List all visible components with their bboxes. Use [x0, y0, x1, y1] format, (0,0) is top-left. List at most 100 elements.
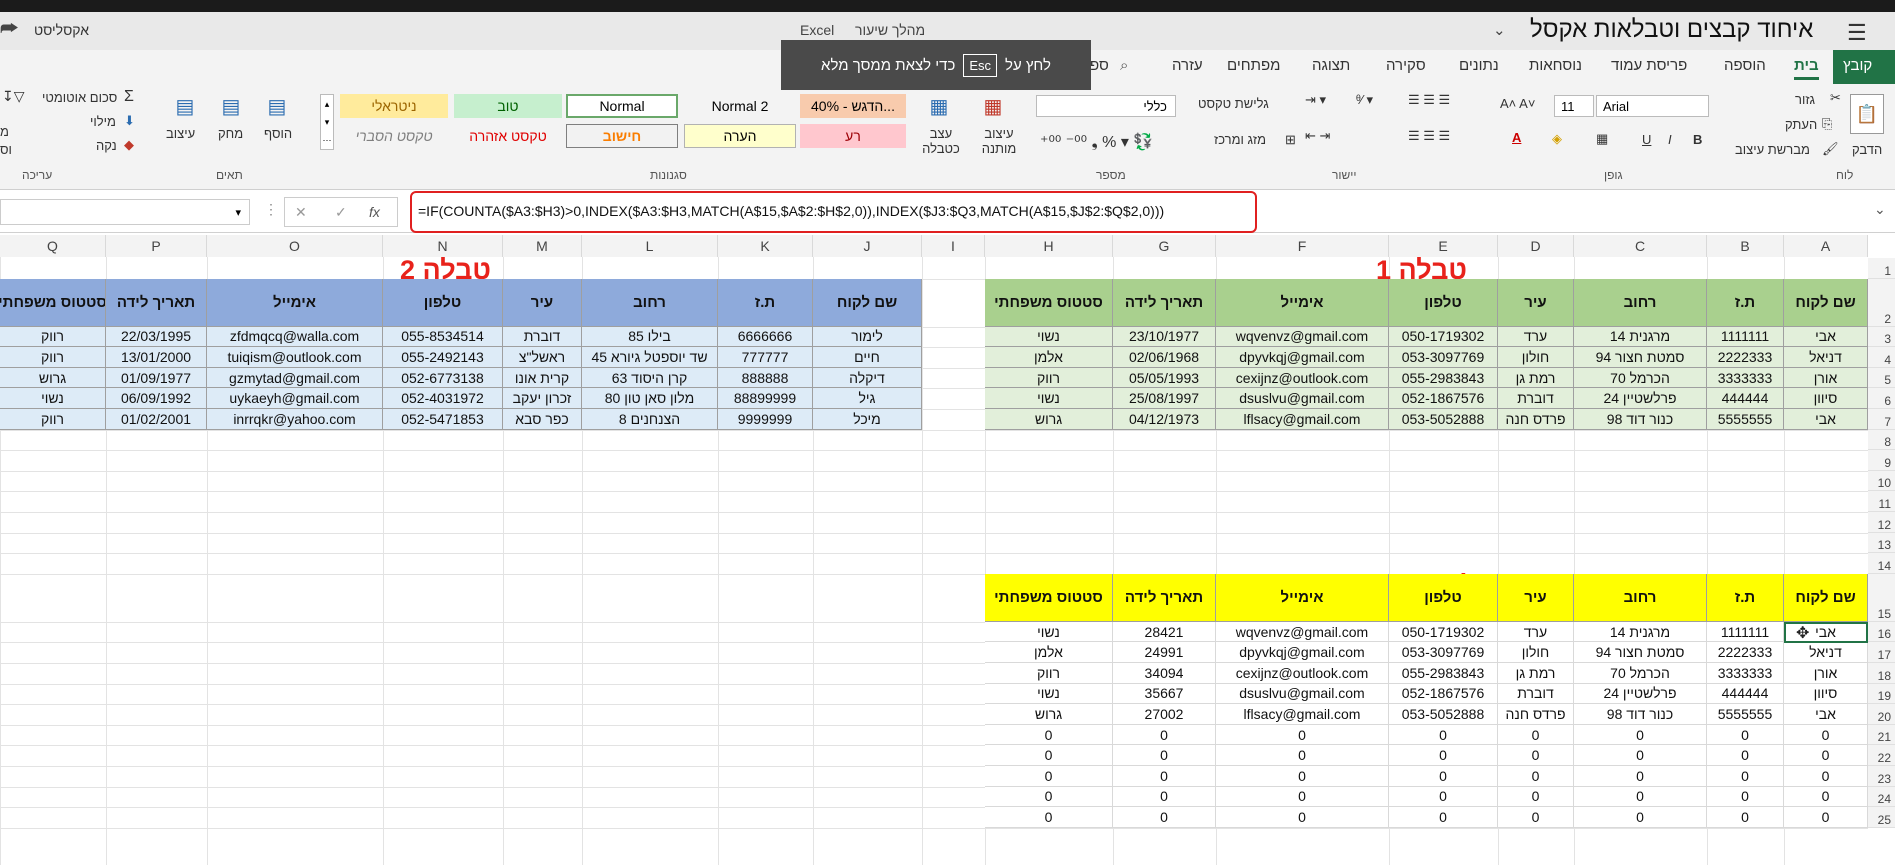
column-header[interactable]: Q	[0, 235, 106, 257]
row-header[interactable]: 20	[1868, 704, 1895, 725]
table-header-cell[interactable]: תאריך לידה	[106, 278, 207, 327]
table-cell[interactable]: 0	[1784, 786, 1868, 808]
table-cell[interactable]: פרדס חנה	[1498, 409, 1574, 430]
table-cell[interactable]: 055-2983843	[1389, 663, 1498, 684]
table-cell[interactable]: dsuslvu@gmail.com	[1216, 388, 1389, 409]
clear-icon[interactable]: ◆	[124, 137, 134, 153]
table-header-cell[interactable]: סטטוס משפחתי	[985, 278, 1113, 327]
table-cell[interactable]: אבי	[1784, 326, 1868, 348]
column-header[interactable]: O	[207, 235, 383, 257]
table-cell[interactable]: נשוי	[985, 683, 1113, 705]
table-cell[interactable]: 0	[1707, 807, 1784, 828]
row-header[interactable]: 19	[1868, 683, 1895, 705]
row-header[interactable]: 11	[1868, 491, 1895, 512]
table-cell[interactable]: 0	[1574, 807, 1707, 828]
table-cell[interactable]: אבי	[1784, 409, 1868, 430]
column-header[interactable]: D	[1498, 235, 1574, 257]
column-header[interactable]: L	[582, 235, 718, 257]
paste-button[interactable]: הדבק	[1852, 142, 1882, 157]
table-cell[interactable]: lflsacy@gmail.com	[1216, 409, 1389, 430]
merge-icon[interactable]: ⊞	[1285, 132, 1296, 148]
table-cell[interactable]: 28421	[1113, 621, 1216, 643]
align-right-icon[interactable]: ☰ ☰ ☰	[1408, 128, 1450, 144]
table-cell[interactable]: גרוש	[985, 704, 1113, 725]
table-cell[interactable]: 888888	[718, 367, 813, 389]
table-cell[interactable]: 0	[1498, 786, 1574, 808]
table-cell[interactable]: גרוש	[0, 367, 106, 389]
column-header[interactable]: N	[383, 235, 503, 257]
table-cell[interactable]: 0	[1216, 807, 1389, 828]
table-header-cell[interactable]: רחוב	[1574, 278, 1707, 327]
table-cell[interactable]: 0	[1498, 745, 1574, 766]
table-cell[interactable]: 0	[1389, 766, 1498, 787]
style-calculation[interactable]: חישוב	[566, 124, 678, 148]
italic-icon[interactable]: I	[1668, 132, 1672, 147]
table-cell[interactable]: זכרון יעקב	[503, 388, 582, 409]
table-cell[interactable]: פרלשטיין 24	[1574, 388, 1707, 409]
delete-cells-button[interactable]: מחק	[218, 126, 243, 141]
table-cell[interactable]: אלמן	[985, 347, 1113, 368]
table-cell[interactable]: דיקלה	[813, 367, 922, 389]
cancel-icon[interactable]: ✕	[295, 204, 307, 221]
table-header-cell[interactable]: טלפון	[1389, 573, 1498, 622]
table-header-cell[interactable]: תאריך לידה	[1113, 278, 1216, 327]
font-name-select[interactable]: Arial	[1596, 95, 1709, 117]
cut-button[interactable]: גזור	[1795, 92, 1815, 107]
table-cell[interactable]: 27002	[1113, 704, 1216, 725]
table-header-cell[interactable]: טלפון	[383, 278, 503, 327]
name-box[interactable]: ▾	[0, 199, 250, 225]
column-header[interactable]: M	[503, 235, 582, 257]
clear-button[interactable]: נקה	[96, 138, 117, 153]
table-cell[interactable]: 0	[1498, 724, 1574, 746]
borders-icon[interactable]: ▦	[1596, 131, 1608, 147]
paste-icon[interactable]: 📋	[1850, 94, 1884, 134]
table-cell[interactable]: 0	[1498, 766, 1574, 787]
fill-button[interactable]: מילוי	[90, 114, 116, 129]
format-as-table-button[interactable]: עצב כטבלה	[918, 126, 964, 156]
autosum-button[interactable]: סכום אוטומטי	[42, 90, 117, 105]
style-accent[interactable]: הדגש - 40%...	[800, 94, 906, 118]
bold-icon[interactable]: B	[1693, 132, 1702, 147]
table-cell[interactable]: 0	[1498, 807, 1574, 828]
row-header[interactable]: 13	[1868, 532, 1895, 554]
table-cell[interactable]: dpyvkqj@gmail.com	[1216, 347, 1389, 368]
row-header[interactable]: 6	[1868, 388, 1895, 409]
table-cell[interactable]: 053-5052888	[1389, 704, 1498, 725]
table-cell[interactable]: 052-4031972	[383, 388, 503, 409]
table-cell[interactable]: אורן	[1784, 663, 1868, 684]
row-header[interactable]: 23	[1868, 766, 1895, 787]
table-cell[interactable]: 35667	[1113, 683, 1216, 705]
table-cell[interactable]: 055-2492143	[383, 347, 503, 368]
copy-icon[interactable]: ⎘	[1822, 116, 1832, 132]
table-cell[interactable]: 13/01/2000	[106, 347, 207, 368]
row-header[interactable]: 7	[1868, 409, 1895, 430]
table-cell[interactable]: מרגנית 14	[1574, 326, 1707, 348]
column-header[interactable]: K	[718, 235, 813, 257]
table-cell[interactable]: 0	[1707, 766, 1784, 787]
table-cell[interactable]: כפר סבא	[503, 409, 582, 430]
table-cell[interactable]: 9999999	[718, 409, 813, 430]
table-cell[interactable]: רווק	[0, 409, 106, 430]
row-header[interactable]: 10	[1868, 470, 1895, 492]
table-cell[interactable]: 06/09/1992	[106, 388, 207, 409]
table-cell[interactable]: 0	[1113, 807, 1216, 828]
table-cell[interactable]: 055-2983843	[1389, 367, 1498, 389]
table-cell[interactable]: 23/10/1977	[1113, 326, 1216, 348]
style-normal2[interactable]: Normal 2	[684, 94, 796, 118]
tab-home[interactable]: בית	[1794, 57, 1819, 80]
row-header[interactable]: 18	[1868, 663, 1895, 684]
row-header[interactable]: 17	[1868, 642, 1895, 663]
table-cell[interactable]: 0	[1113, 766, 1216, 787]
table-cell[interactable]: 0	[1784, 745, 1868, 766]
table-cell[interactable]: 3333333	[1707, 663, 1784, 684]
column-header[interactable]: I	[922, 235, 985, 257]
table-cell[interactable]: רמת גן	[1498, 367, 1574, 389]
row-header[interactable]: 14	[1868, 553, 1895, 574]
table-header-cell[interactable]: ת.ז	[718, 278, 813, 327]
column-header[interactable]: F	[1216, 235, 1389, 257]
column-header[interactable]: B	[1707, 235, 1784, 257]
table-header-cell[interactable]: סטטוס משפחתי	[0, 278, 106, 327]
table-header-cell[interactable]: תאריך לידה	[1113, 573, 1216, 622]
table-cell[interactable]: 05/05/1993	[1113, 367, 1216, 389]
table-cell[interactable]: 0	[1113, 745, 1216, 766]
